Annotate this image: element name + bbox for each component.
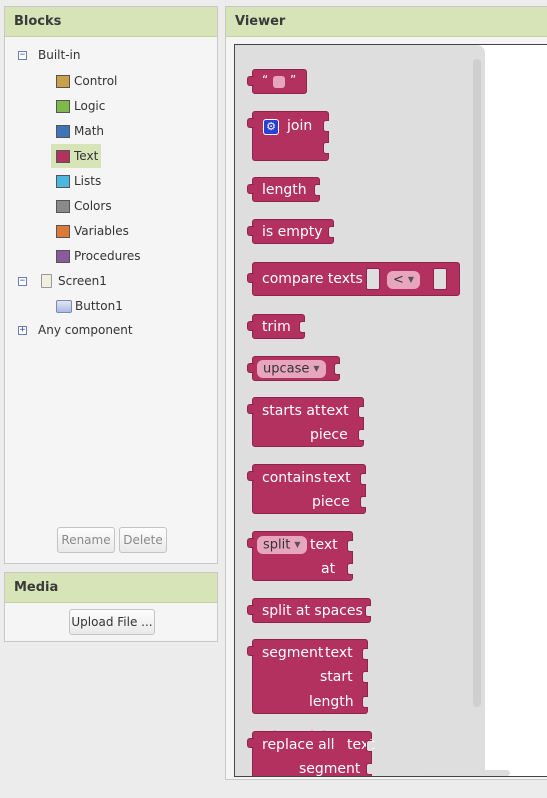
category-label: Lists [74, 174, 102, 188]
viewer-panel-title: Viewer [226, 7, 547, 37]
quote-right: ” [290, 73, 297, 87]
segment-block[interactable]: segment text start length [247, 639, 368, 714]
colors-swatch-icon [56, 199, 70, 213]
block-label: starts at [262, 403, 321, 419]
compare-texts-block[interactable]: compare texts < ▼ [247, 262, 460, 296]
category-lists[interactable]: Lists [56, 171, 101, 191]
block-label: piece [312, 494, 350, 510]
block-label: compare texts [262, 271, 363, 287]
blocks-workspace[interactable]: “ ” ⚙ join length is empty compare texts… [234, 44, 547, 777]
button-component-icon [56, 299, 72, 313]
screen-icon [41, 274, 52, 288]
lists-swatch-icon [56, 174, 70, 188]
category-label: Variables [74, 224, 129, 238]
logic-swatch-icon [56, 99, 70, 113]
block-label: text [323, 470, 351, 486]
category-math[interactable]: Math [56, 121, 104, 141]
text-value-field[interactable] [273, 76, 285, 88]
block-label: length [309, 694, 354, 710]
block-label: length [262, 182, 307, 198]
block-label: segment [262, 645, 324, 661]
split-at-spaces-block[interactable]: split at spaces [247, 598, 371, 623]
category-label: Procedures [74, 249, 141, 263]
variables-swatch-icon [56, 224, 70, 238]
upcase-block[interactable]: upcase ▼ [247, 356, 340, 381]
category-colors[interactable]: Colors [56, 196, 112, 216]
split-block[interactable]: split ▼ text at [247, 531, 353, 581]
category-text[interactable]: Text [51, 144, 101, 168]
math-swatch-icon [56, 124, 70, 138]
category-procedures[interactable]: Procedures [56, 246, 141, 266]
length-block[interactable]: length [247, 177, 320, 202]
block-label: text [321, 403, 349, 419]
block-label: at [321, 561, 336, 577]
block-label: start [320, 669, 353, 685]
tree-label: Button1 [75, 299, 123, 313]
block-label: contains [262, 470, 322, 486]
rename-button[interactable]: Rename [57, 527, 115, 553]
tree-label: Screen1 [58, 274, 107, 288]
workspace-horizontal-scrollbar[interactable] [420, 770, 510, 776]
category-label: Control [74, 74, 118, 88]
tree-item-button1[interactable]: Button1 [56, 296, 123, 316]
category-variables[interactable]: Variables [56, 221, 129, 241]
upload-file-button[interactable]: Upload File ... [69, 609, 155, 635]
tree-label: Any component [38, 323, 133, 337]
text-blocks-flyout: “ ” ⚙ join length is empty compare texts… [235, 45, 485, 777]
block-label: text [325, 645, 353, 661]
block-label: segment [299, 761, 361, 777]
block-label: split at spaces [262, 603, 363, 619]
case-dropdown[interactable]: upcase ▼ [257, 360, 326, 378]
media-panel-title: Media [5, 573, 217, 603]
blocks-panel-title: Blocks [5, 7, 217, 37]
split-dropdown[interactable]: split ▼ [257, 536, 307, 554]
text-string-block[interactable]: “ ” [247, 69, 307, 94]
block-label: trim [262, 319, 291, 335]
tree-item-any-component[interactable]: Any component [38, 320, 133, 340]
category-label: Colors [74, 199, 112, 213]
flyout-scrollbar[interactable] [473, 59, 481, 707]
viewer-panel: Viewer “ ” ⚙ join length is empty compar… [225, 6, 547, 780]
collapse-icon[interactable]: − [18, 277, 27, 286]
category-control[interactable]: Control [56, 71, 117, 91]
tree-item-built-in[interactable]: Built-in [38, 45, 80, 65]
expand-icon[interactable]: + [18, 326, 27, 335]
is-empty-block[interactable]: is empty [247, 219, 334, 244]
delete-button[interactable]: Delete [119, 527, 167, 553]
replace-all-block[interactable]: replace all text segment [247, 731, 375, 777]
tree-item-screen1[interactable]: Screen1 [41, 271, 107, 291]
tree-label: Built-in [38, 48, 81, 62]
trim-block[interactable]: trim [247, 314, 305, 339]
procedures-swatch-icon [56, 249, 70, 263]
join-block[interactable]: ⚙ join [247, 111, 329, 161]
block-label: text [310, 537, 338, 553]
category-label: Text [74, 149, 99, 163]
category-label: Math [74, 124, 105, 138]
contains-block[interactable]: contains text piece [247, 464, 366, 514]
gear-icon[interactable]: ⚙ [263, 119, 279, 135]
collapse-icon[interactable]: − [18, 51, 27, 60]
text-swatch-icon [56, 149, 70, 163]
blocks-panel: Blocks − Built-in Control Logic Math Tex… [4, 6, 218, 564]
quote-left: “ [262, 73, 269, 87]
control-swatch-icon [56, 74, 70, 88]
category-logic[interactable]: Logic [56, 96, 105, 116]
block-label: replace all [262, 737, 335, 753]
media-panel: Media Upload File ... [4, 572, 218, 642]
compare-operator-dropdown[interactable]: < ▼ [387, 271, 421, 289]
block-label: is empty [262, 224, 323, 240]
category-label: Logic [74, 99, 106, 113]
block-label: join [287, 118, 313, 134]
starts-at-block[interactable]: starts at text piece [247, 397, 364, 447]
block-label: piece [310, 427, 348, 443]
